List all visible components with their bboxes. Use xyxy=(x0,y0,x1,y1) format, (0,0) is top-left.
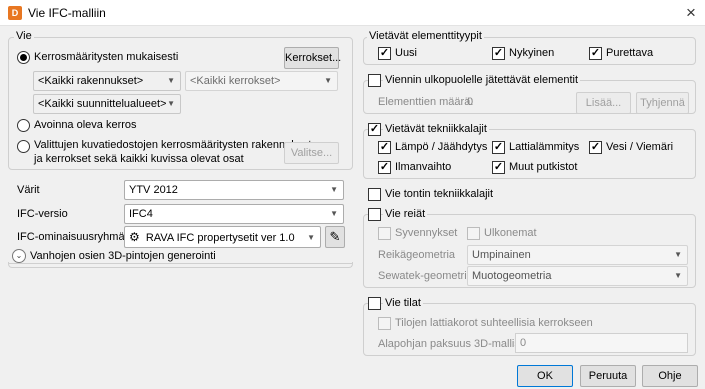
checkbox-site-tech[interactable] xyxy=(368,188,381,201)
colors-label: Värit xyxy=(17,184,40,196)
clear-button[interactable]: Tyhjennä xyxy=(636,92,689,114)
checkbox-holes[interactable] xyxy=(368,208,381,221)
colors-combo[interactable]: YTV 2012 ▼ xyxy=(124,180,344,200)
property-sets-combo[interactable]: ⚙ RAVA IFC propertysetit ver 1.0 ▼ xyxy=(124,226,321,248)
checkbox-new-label: Uusi xyxy=(395,47,418,59)
title-bar: D Vie IFC-malliin × xyxy=(0,0,705,26)
checkbox-water[interactable]: ✓ xyxy=(589,141,602,154)
buildings-combo-value: <Kaikki rakennukset> xyxy=(38,75,144,87)
checkbox-heating[interactable]: ✓ xyxy=(378,141,391,154)
old3d-frame xyxy=(8,262,353,268)
vie-legend: Vie xyxy=(14,30,34,42)
add-button[interactable]: Lisää... xyxy=(576,92,631,114)
base-thickness-label: Alapohjan paksuus 3D-mallissa xyxy=(378,338,532,350)
chevron-down-icon: ▼ xyxy=(674,250,682,259)
checkbox-ventilation[interactable]: ✓ xyxy=(378,161,391,174)
checkbox-heating-label: Lämpö / Jäähdytys xyxy=(395,141,488,153)
select-button[interactable]: Valitse... xyxy=(284,142,339,164)
gear-icon: ⚙ xyxy=(129,230,140,244)
checkbox-other-pipes[interactable]: ✓ xyxy=(492,161,505,174)
radio-selected-line2: ja kerrokset sekä kaikki kuvissa olevat … xyxy=(34,153,244,165)
radio-floor-defs[interactable] xyxy=(17,51,30,64)
sewatek-geometry-label: Sewatek-geometria xyxy=(378,270,473,282)
base-thickness-input[interactable]: 0 xyxy=(515,333,688,353)
sewatek-geometry-value: Muotogeometria xyxy=(472,270,552,282)
ifc-version-combo[interactable]: IFC4 ▼ xyxy=(124,204,344,224)
checkbox-demolish-label: Purettava xyxy=(606,47,654,59)
expand-icon[interactable]: ⌄ xyxy=(12,249,26,263)
chevron-down-icon: ▼ xyxy=(330,209,338,218)
chevron-down-icon: ▼ xyxy=(330,185,338,194)
element-count-label: Elementtien määrä: xyxy=(378,96,474,108)
edit-icon: ✎ xyxy=(329,229,341,244)
radio-selected-line1: Valittujen kuvatiedostojen kerrosmäärity… xyxy=(34,139,312,151)
colors-combo-value: YTV 2012 xyxy=(129,184,178,196)
ifc-version-value: IFC4 xyxy=(129,208,153,220)
radio-open-floor-label: Avoinna oleva kerros xyxy=(34,119,137,131)
property-sets-value: RAVA IFC propertysetit ver 1.0 xyxy=(145,232,295,244)
floors-combo[interactable]: <Kaikki kerrokset> ▼ xyxy=(185,71,338,91)
cancel-button[interactable]: Peruuta xyxy=(580,365,636,387)
buildings-combo[interactable]: <Kaikki rakennukset> ▼ xyxy=(33,71,181,91)
chevron-down-icon: ▼ xyxy=(674,271,682,280)
chevron-down-icon: ▼ xyxy=(307,233,315,242)
checkbox-spaces[interactable] xyxy=(368,297,381,310)
holes-legend: Vie reiät xyxy=(383,208,428,220)
checkbox-water-label: Vesi / Viemäri xyxy=(606,141,674,153)
edit-property-sets-button[interactable]: ✎ xyxy=(325,226,345,248)
app-icon: D xyxy=(8,6,22,20)
checkbox-floor-heating-label: Lattialämmitys xyxy=(509,141,580,153)
checkbox-site-tech-label: Vie tontin tekniikkalajit xyxy=(385,188,494,200)
checkbox-technical[interactable]: ✓ xyxy=(368,123,381,136)
ifc-version-label: IFC-versio xyxy=(17,208,68,220)
checkbox-existing-label: Nykyinen xyxy=(509,47,555,59)
hole-geometry-combo[interactable]: Umpinainen ▼ xyxy=(467,245,688,265)
hole-geometry-label: Reikägeometria xyxy=(378,249,456,261)
radio-selected-drawings[interactable] xyxy=(17,140,30,153)
planning-combo-value: <Kaikki suunnittelualueet> xyxy=(38,98,167,110)
checkbox-ventilation-label: Ilmanvaihto xyxy=(395,161,452,173)
excluded-legend: Viennin ulkopuolelle jätettävät elementi… xyxy=(383,74,581,86)
element-count-value: 0 xyxy=(467,96,474,108)
checkbox-relative-floors[interactable] xyxy=(378,317,391,330)
radio-open-floor[interactable] xyxy=(17,119,30,132)
checkbox-other-pipes-label: Muut putkistot xyxy=(509,161,578,173)
planning-combo[interactable]: <Kaikki suunnittelualueet> ▼ xyxy=(33,94,181,114)
checkbox-demolish[interactable]: ✓ xyxy=(589,47,602,60)
radio-floor-defs-label: Kerrosmääritysten mukaisesti xyxy=(34,51,179,63)
property-sets-label: IFC-ominaisuusryhmät: xyxy=(17,231,131,243)
checkbox-floor-heating[interactable]: ✓ xyxy=(492,141,505,154)
ok-button[interactable]: OK xyxy=(517,365,573,387)
checkbox-existing[interactable]: ✓ xyxy=(492,47,505,60)
help-button[interactable]: Ohje xyxy=(642,365,698,387)
floors-button[interactable]: Kerrokset... xyxy=(284,47,341,69)
floors-combo-value: <Kaikki kerrokset> xyxy=(190,75,281,87)
technical-legend: Vietävät tekniikkalajit xyxy=(383,123,489,135)
element-types-legend: Vietävät elementtityypit xyxy=(367,30,484,42)
chevron-down-icon: ▼ xyxy=(167,99,175,108)
chevron-down-icon: ▼ xyxy=(167,76,175,85)
sewatek-geometry-combo[interactable]: Muotogeometria ▼ xyxy=(467,266,688,286)
old3d-label[interactable]: Vanhojen osien 3D-pintojen generointi xyxy=(28,250,218,262)
close-icon[interactable]: × xyxy=(680,2,702,24)
spaces-legend: Vie tilat xyxy=(383,297,423,309)
checkbox-recesses-label: Syvennykset xyxy=(395,227,458,239)
checkbox-excluded[interactable] xyxy=(368,74,381,87)
checkbox-protrusions[interactable] xyxy=(467,227,480,240)
checkbox-recesses[interactable] xyxy=(378,227,391,240)
checkbox-new[interactable]: ✓ xyxy=(378,47,391,60)
window-title: Vie IFC-malliin xyxy=(28,6,106,20)
chevron-down-icon: ▼ xyxy=(324,76,332,85)
checkbox-relative-floors-label: Tilojen lattiakorot suhteellisia kerroks… xyxy=(395,317,593,329)
hole-geometry-value: Umpinainen xyxy=(472,249,531,261)
checkbox-protrusions-label: Ulkonemat xyxy=(484,227,537,239)
